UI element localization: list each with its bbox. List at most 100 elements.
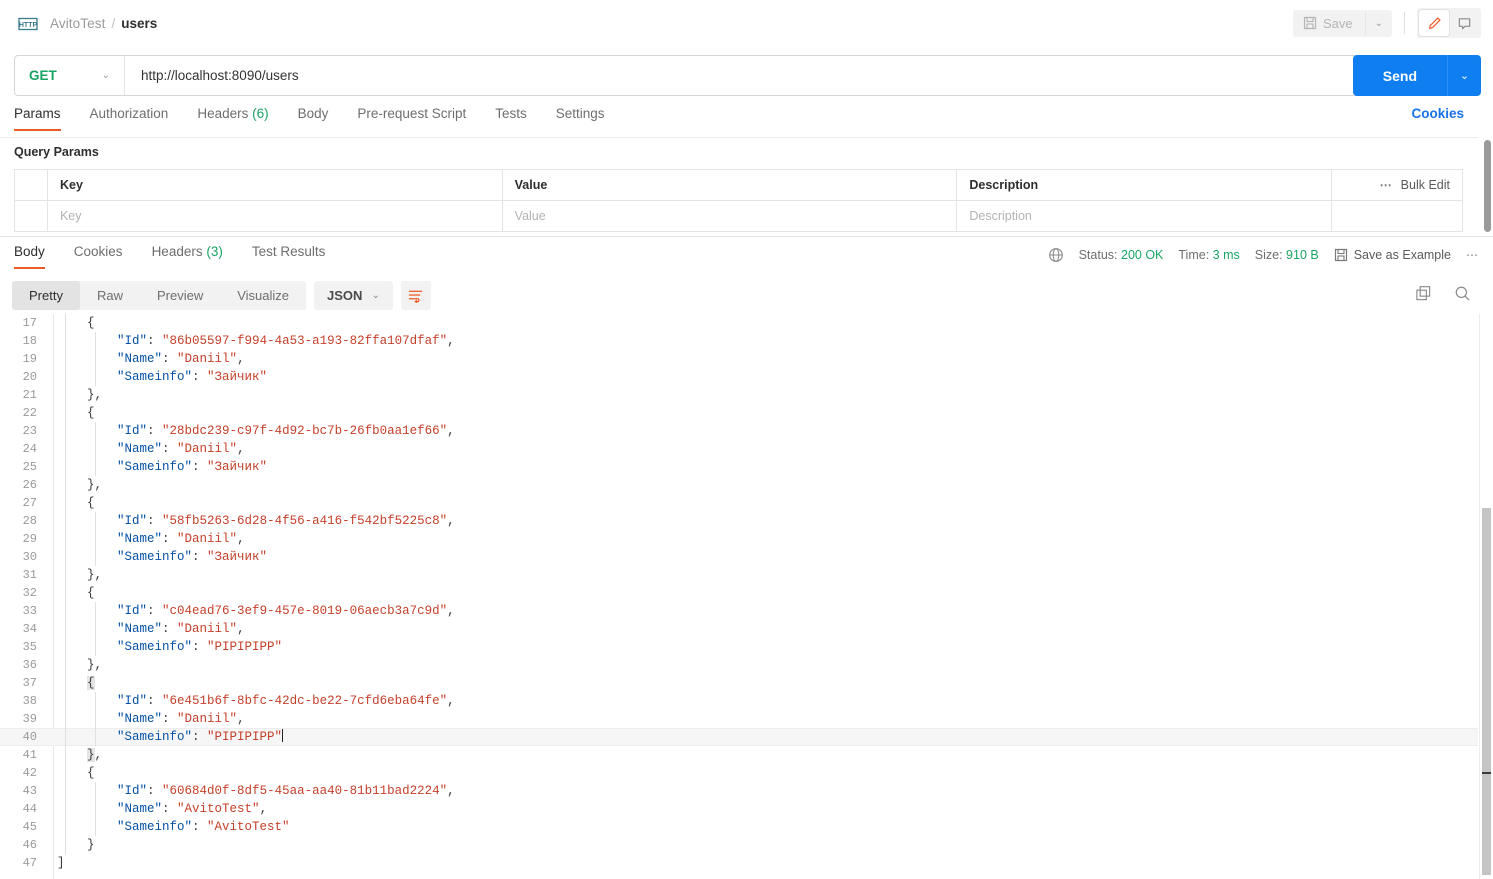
tab-tests[interactable]: Tests (495, 106, 527, 131)
tab-authorization[interactable]: Authorization (90, 106, 169, 131)
search-icon[interactable] (1454, 285, 1471, 302)
token-p: : (192, 640, 208, 654)
code-content: "Id": "58fb5263-6d28-4f56-a416-f542bf522… (45, 512, 1478, 530)
request-tabs: Params Authorization Headers (6) Body Pr… (0, 106, 1478, 138)
code-content: }, (45, 476, 1478, 494)
breadcrumb-collection[interactable]: AvitoTest (50, 16, 105, 31)
tab-pre-request-script[interactable]: Pre-request Script (357, 106, 466, 131)
token-p: : (192, 370, 208, 384)
view-mode-pretty[interactable]: Pretty (12, 281, 80, 310)
token-p: , (447, 514, 455, 528)
indent-guide (95, 728, 97, 746)
view-mode-visualize[interactable]: Visualize (220, 281, 306, 310)
token-p: , (447, 784, 455, 798)
indent-guide (65, 404, 66, 422)
save-dropdown-button[interactable]: ⌄ (1364, 11, 1392, 35)
comment-button[interactable] (1449, 10, 1479, 36)
code-content: "Name": "Daniil", (45, 350, 1478, 368)
response-scrollbar-thumb[interactable] (1482, 508, 1491, 875)
breadcrumb-separator: / (111, 16, 116, 31)
token-s: "60684d0f-8df5-45aa-aa40-81b11bad2224" (162, 784, 448, 798)
line-number: 20 (22, 370, 37, 384)
token-k: "Sameinfo" (117, 460, 193, 474)
code-content: }, (45, 566, 1478, 584)
response-tabs: Body Cookies Headers (3) Test Results (14, 244, 354, 272)
tab-params-label: Params (14, 106, 61, 121)
line-number: 40 (22, 730, 37, 744)
save-label: Save (1322, 15, 1353, 31)
response-body-editor[interactable]: 17 {18 "Id": "86b05597-f994-4a53-a193-82… (0, 314, 1478, 879)
token-k: "Sameinfo" (117, 820, 193, 834)
pane-divider[interactable] (0, 236, 1493, 237)
response-meta: Status: 200 OK Time: 3 ms Size: 910 B Sa… (1048, 247, 1479, 263)
globe-icon[interactable] (1048, 247, 1064, 263)
row-value-input[interactable]: Value (503, 201, 958, 231)
method-selector[interactable]: GET ⌄ (15, 56, 125, 95)
code-line: 44 "Name": "AvitoTest", (0, 800, 1478, 818)
row-checkbox-cell[interactable] (15, 201, 48, 231)
word-wrap-button[interactable] (400, 281, 431, 310)
code-line: 35 "Sameinfo": "PIPIPIPP" (0, 638, 1478, 656)
copy-icon[interactable] (1415, 285, 1432, 302)
cookies-link[interactable]: Cookies (1411, 106, 1464, 121)
response-tab-test-results[interactable]: Test Results (252, 244, 326, 269)
more-options-icon[interactable]: ⋯ (1380, 178, 1393, 192)
token-s: "PIPIPIPP" (207, 730, 283, 744)
line-number: 31 (22, 568, 37, 582)
tab-settings[interactable]: Settings (556, 106, 605, 131)
code-line: 40 "Sameinfo": "PIPIPIPP" (0, 728, 1478, 746)
save-button[interactable]: Save (1293, 10, 1365, 37)
tab-params[interactable]: Params (14, 106, 61, 131)
breadcrumb-current[interactable]: users (121, 16, 157, 31)
response-more-options-icon[interactable]: ⋯ (1466, 248, 1479, 262)
indent-guide (65, 602, 66, 620)
request-url-bar: GET ⌄ (14, 55, 1385, 96)
indent-guide (65, 566, 66, 584)
svg-text:HTTP: HTTP (19, 22, 38, 29)
indent-guide (65, 332, 66, 350)
line-number: 27 (22, 496, 37, 510)
code-line: 22 { (0, 404, 1478, 422)
request-pane-scrollbar[interactable] (1484, 140, 1491, 232)
save-as-example-button[interactable]: Save as Example (1334, 248, 1451, 262)
view-mode-preview[interactable]: Preview (140, 281, 220, 310)
format-selector[interactable]: JSON ⌄ (314, 281, 393, 310)
indent-guide (65, 692, 66, 710)
url-input[interactable] (125, 56, 1384, 95)
send-button[interactable]: Send (1353, 55, 1447, 96)
code-line: 41 }, (0, 746, 1478, 764)
tab-body[interactable]: Body (298, 106, 329, 131)
code-content: } (45, 836, 1478, 854)
token-s: "86b05597-f994-4a53-a193-82ffa107dfaf" (162, 334, 448, 348)
header-actions: ⋯ Bulk Edit (1332, 170, 1462, 200)
bulk-edit-button[interactable]: Bulk Edit (1401, 178, 1450, 192)
row-description-input[interactable]: Description (957, 201, 1333, 231)
tab-headers[interactable]: Headers (6) (197, 106, 268, 131)
edit-pencil-button[interactable] (1419, 10, 1449, 36)
text-cursor (282, 729, 284, 742)
token-k: "Id" (117, 694, 148, 708)
status-group: Status: 200 OK (1079, 248, 1164, 262)
indent-guide (65, 746, 66, 764)
indent-guide (95, 440, 97, 458)
response-tab-headers-label: Headers (151, 244, 203, 259)
tab-authorization-label: Authorization (89, 106, 169, 121)
token-s: "6e451b6f-8bfc-42dc-be22-7cfd6eba64fe" (162, 694, 448, 708)
row-key-input[interactable]: Key (48, 201, 503, 231)
line-number: 45 (22, 820, 37, 834)
code-line: 34 "Name": "Daniil", (0, 620, 1478, 638)
indent-guide (95, 422, 97, 440)
indent-guide (65, 368, 66, 386)
response-tab-headers[interactable]: Headers (3) (152, 244, 223, 269)
send-dropdown-button[interactable]: ⌄ (1447, 55, 1481, 96)
method-label: GET (29, 68, 57, 83)
token-s: "58fb5263-6d28-4f56-a416-f542bf5225c8" (162, 514, 448, 528)
response-tab-cookies[interactable]: Cookies (74, 244, 123, 269)
view-mode-raw[interactable]: Raw (80, 281, 140, 310)
code-line: 33 "Id": "c04ead76-3ef9-457e-8019-06aecb… (0, 602, 1478, 620)
indent-guide (65, 638, 66, 656)
code-content: "Id": "28bdc239-c97f-4d92-bc7b-26fb0aa1e… (45, 422, 1478, 440)
chevron-down-icon: ⌄ (101, 70, 110, 81)
status-value: 200 OK (1121, 248, 1164, 262)
response-tab-body[interactable]: Body (14, 244, 45, 269)
